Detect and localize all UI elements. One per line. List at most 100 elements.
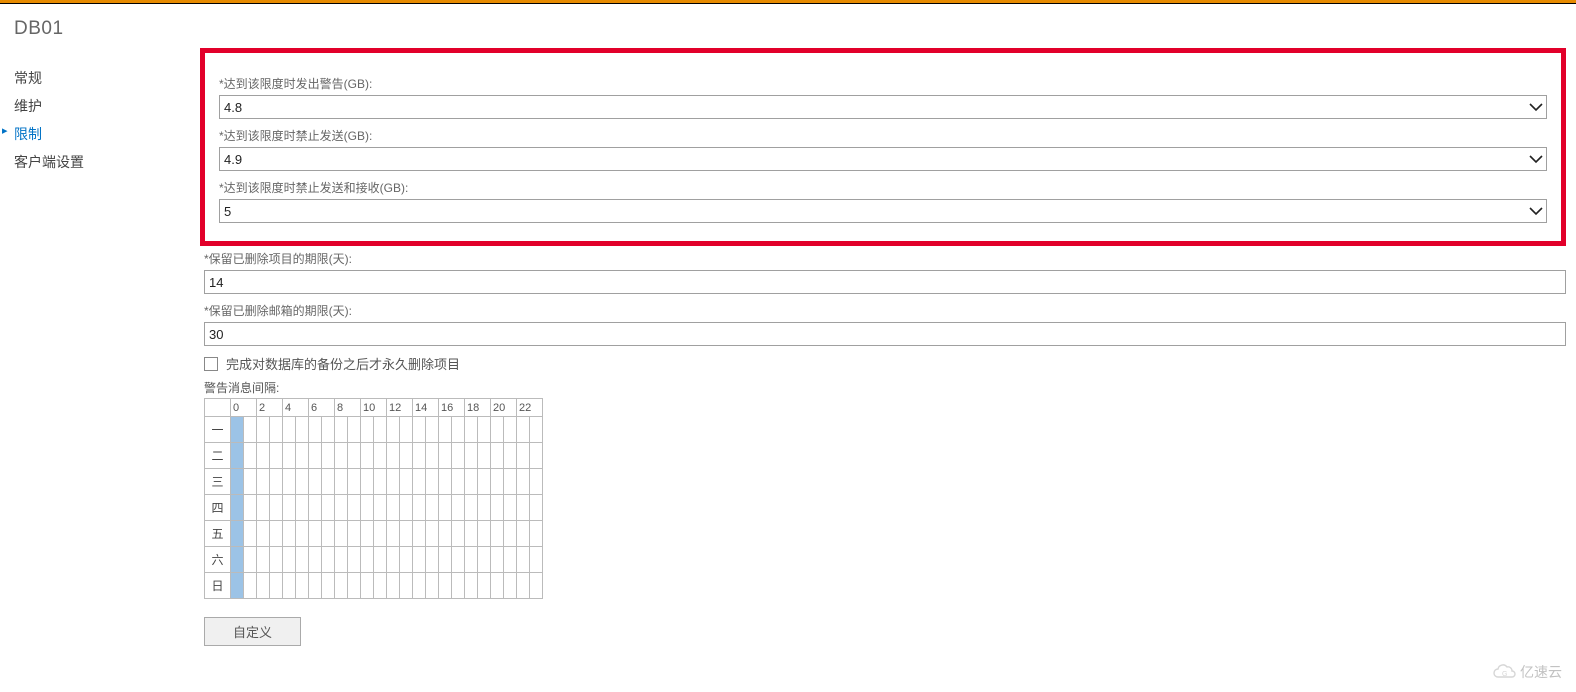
schedule-cell[interactable] bbox=[452, 495, 465, 521]
schedule-cell[interactable] bbox=[452, 573, 465, 599]
schedule-cell[interactable] bbox=[478, 495, 491, 521]
schedule-cell[interactable] bbox=[504, 547, 517, 573]
schedule-cell[interactable] bbox=[452, 521, 465, 547]
schedule-cell[interactable] bbox=[335, 469, 348, 495]
schedule-cell[interactable] bbox=[530, 443, 543, 469]
schedule-cell[interactable] bbox=[374, 547, 387, 573]
schedule-cell[interactable] bbox=[400, 443, 413, 469]
schedule-cell[interactable] bbox=[244, 547, 257, 573]
schedule-cell[interactable] bbox=[374, 573, 387, 599]
schedule-cell[interactable] bbox=[335, 443, 348, 469]
schedule-cell[interactable] bbox=[361, 495, 374, 521]
schedule-cell[interactable] bbox=[478, 469, 491, 495]
schedule-cell[interactable] bbox=[452, 547, 465, 573]
schedule-cell[interactable] bbox=[426, 417, 439, 443]
schedule-cell[interactable] bbox=[231, 521, 244, 547]
schedule-cell[interactable] bbox=[491, 417, 504, 443]
schedule-cell[interactable] bbox=[361, 521, 374, 547]
schedule-cell[interactable] bbox=[413, 495, 426, 521]
schedule-cell[interactable] bbox=[504, 417, 517, 443]
schedule-cell[interactable] bbox=[517, 573, 530, 599]
schedule-cell[interactable] bbox=[309, 521, 322, 547]
schedule-cell[interactable] bbox=[348, 417, 361, 443]
schedule-cell[interactable] bbox=[257, 417, 270, 443]
schedule-cell[interactable] bbox=[283, 547, 296, 573]
schedule-cell[interactable] bbox=[465, 443, 478, 469]
schedule-cell[interactable] bbox=[244, 573, 257, 599]
nav-item-general[interactable]: 常规 bbox=[14, 64, 200, 92]
schedule-cell[interactable] bbox=[309, 469, 322, 495]
schedule-cell[interactable] bbox=[517, 443, 530, 469]
prohibit-send-receive-select[interactable]: 5 bbox=[219, 199, 1547, 223]
schedule-cell[interactable] bbox=[348, 469, 361, 495]
schedule-cell[interactable] bbox=[504, 443, 517, 469]
schedule-cell[interactable] bbox=[400, 547, 413, 573]
schedule-cell[interactable] bbox=[322, 547, 335, 573]
schedule-cell[interactable] bbox=[426, 469, 439, 495]
schedule-cell[interactable] bbox=[439, 469, 452, 495]
schedule-cell[interactable] bbox=[452, 443, 465, 469]
nav-item-client-settings[interactable]: 客户端设置 bbox=[14, 148, 200, 176]
schedule-cell[interactable] bbox=[387, 547, 400, 573]
schedule-cell[interactable] bbox=[465, 547, 478, 573]
schedule-cell[interactable] bbox=[530, 573, 543, 599]
schedule-cell[interactable] bbox=[517, 417, 530, 443]
schedule-cell[interactable] bbox=[491, 443, 504, 469]
nav-item-maintenance[interactable]: 维护 bbox=[14, 92, 200, 120]
schedule-cell[interactable] bbox=[335, 573, 348, 599]
schedule-cell[interactable] bbox=[257, 547, 270, 573]
schedule-cell[interactable] bbox=[400, 573, 413, 599]
schedule-cell[interactable] bbox=[296, 443, 309, 469]
schedule-cell[interactable] bbox=[361, 417, 374, 443]
schedule-cell[interactable] bbox=[465, 573, 478, 599]
backup-checkbox[interactable] bbox=[204, 357, 218, 371]
schedule-cell[interactable] bbox=[283, 443, 296, 469]
schedule-cell[interactable] bbox=[244, 521, 257, 547]
schedule-cell[interactable] bbox=[478, 417, 491, 443]
schedule-cell[interactable] bbox=[361, 443, 374, 469]
schedule-cell[interactable] bbox=[231, 469, 244, 495]
schedule-cell[interactable] bbox=[374, 469, 387, 495]
schedule-cell[interactable] bbox=[283, 495, 296, 521]
schedule-cell[interactable] bbox=[413, 573, 426, 599]
schedule-cell[interactable] bbox=[530, 547, 543, 573]
schedule-cell[interactable] bbox=[491, 495, 504, 521]
schedule-cell[interactable] bbox=[465, 417, 478, 443]
schedule-cell[interactable] bbox=[387, 573, 400, 599]
schedule-cell[interactable] bbox=[374, 495, 387, 521]
schedule-cell[interactable] bbox=[270, 469, 283, 495]
schedule-cell[interactable] bbox=[244, 417, 257, 443]
schedule-cell[interactable] bbox=[309, 495, 322, 521]
schedule-cell[interactable] bbox=[452, 469, 465, 495]
schedule-cell[interactable] bbox=[348, 573, 361, 599]
schedule-cell[interactable] bbox=[257, 469, 270, 495]
schedule-cell[interactable] bbox=[387, 495, 400, 521]
schedule-cell[interactable] bbox=[387, 469, 400, 495]
schedule-cell[interactable] bbox=[244, 443, 257, 469]
schedule-cell[interactable] bbox=[296, 417, 309, 443]
schedule-cell[interactable] bbox=[387, 521, 400, 547]
schedule-cell[interactable] bbox=[270, 495, 283, 521]
schedule-cell[interactable] bbox=[413, 469, 426, 495]
schedule-cell[interactable] bbox=[465, 521, 478, 547]
schedule-cell[interactable] bbox=[439, 547, 452, 573]
schedule-cell[interactable] bbox=[413, 547, 426, 573]
schedule-cell[interactable] bbox=[283, 573, 296, 599]
schedule-cell[interactable] bbox=[530, 495, 543, 521]
schedule-cell[interactable] bbox=[478, 443, 491, 469]
schedule-cell[interactable] bbox=[309, 417, 322, 443]
schedule-cell[interactable] bbox=[530, 417, 543, 443]
schedule-cell[interactable] bbox=[413, 521, 426, 547]
schedule-cell[interactable] bbox=[400, 495, 413, 521]
schedule-cell[interactable] bbox=[231, 573, 244, 599]
schedule-cell[interactable] bbox=[257, 521, 270, 547]
keep-deleted-mailbox-input[interactable] bbox=[204, 322, 1566, 346]
schedule-cell[interactable] bbox=[361, 573, 374, 599]
schedule-cell[interactable] bbox=[335, 417, 348, 443]
schedule-cell[interactable] bbox=[348, 495, 361, 521]
schedule-cell[interactable] bbox=[283, 417, 296, 443]
schedule-cell[interactable] bbox=[270, 573, 283, 599]
schedule-cell[interactable] bbox=[322, 495, 335, 521]
schedule-cell[interactable] bbox=[504, 469, 517, 495]
schedule-cell[interactable] bbox=[439, 573, 452, 599]
